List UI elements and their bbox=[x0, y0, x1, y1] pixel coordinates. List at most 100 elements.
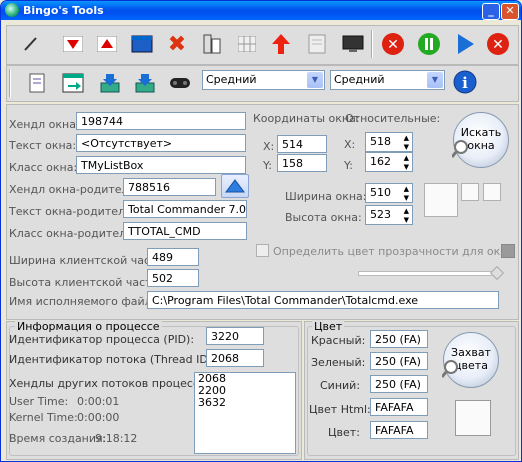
app-icon bbox=[5, 3, 19, 17]
parent-class-field[interactable]: TTOTAL_CMD bbox=[123, 222, 247, 240]
spin-down-icon[interactable]: ▼ bbox=[404, 143, 409, 151]
rel-x-value: 518 bbox=[370, 135, 391, 148]
rel-y-spinner[interactable]: 162 ▲ ▼ bbox=[365, 152, 413, 172]
document-icon[interactable] bbox=[23, 70, 51, 96]
width-label: Ширина окна: bbox=[285, 190, 367, 203]
window-icon[interactable] bbox=[128, 31, 156, 57]
user-time-value: 0:00:01 bbox=[77, 395, 120, 408]
client-width-field[interactable]: 489 bbox=[147, 248, 199, 266]
combo-2[interactable]: Средний ▼ bbox=[330, 70, 445, 90]
minimize-button[interactable]: _ bbox=[482, 3, 500, 20]
x-field[interactable]: 514 bbox=[277, 135, 327, 153]
red-up-arrow-icon[interactable] bbox=[267, 31, 295, 57]
green-field[interactable]: 250 (FA) bbox=[370, 352, 428, 370]
close-red-icon[interactable]: ✕ bbox=[484, 31, 512, 57]
info-icon[interactable]: i bbox=[451, 69, 479, 95]
client-width-label: Ширина клиентской части bbox=[9, 254, 164, 267]
gamepad-icon[interactable] bbox=[166, 70, 194, 96]
y-field[interactable]: 158 bbox=[277, 154, 327, 172]
kernel-time-value: 0:00:00 bbox=[77, 411, 120, 424]
tid-field[interactable]: 2068 bbox=[206, 349, 264, 367]
triangle-up-icon bbox=[225, 179, 245, 193]
combo-2-value: Средний bbox=[334, 73, 385, 86]
transparency-checkbox[interactable] bbox=[256, 244, 269, 257]
window-preview-large bbox=[424, 183, 458, 217]
rel-x-label: X: bbox=[344, 138, 356, 151]
arrow-down-icon[interactable] bbox=[59, 31, 87, 57]
pc-icon[interactable] bbox=[197, 31, 225, 57]
blue-field[interactable]: 250 (FA) bbox=[370, 375, 428, 393]
form-icon[interactable] bbox=[303, 31, 331, 57]
height-value: 523 bbox=[370, 208, 391, 221]
html-color-field[interactable]: FAFAFA bbox=[370, 398, 428, 416]
color-field[interactable]: FAFAFA bbox=[370, 421, 428, 439]
title-bar[interactable]: Bingo's Tools _ ✕ bbox=[1, 1, 521, 20]
parent-text-label: Текст окна-родителя: bbox=[9, 205, 136, 218]
save-icon[interactable] bbox=[131, 70, 159, 96]
spin-up-icon[interactable]: ▲ bbox=[404, 154, 409, 162]
stop-icon[interactable]: ✕ bbox=[379, 31, 407, 57]
color-label: Цвет: bbox=[328, 426, 360, 439]
relative-title: Относительные: bbox=[345, 112, 441, 125]
play-green-icon[interactable] bbox=[415, 31, 443, 57]
monitor-icon[interactable] bbox=[339, 31, 367, 57]
color-swatch bbox=[455, 400, 491, 436]
close-window-button[interactable]: ✕ bbox=[501, 3, 519, 20]
combo-1-value: Средний bbox=[206, 73, 257, 86]
spin-up-icon[interactable]: ▲ bbox=[404, 185, 409, 193]
client-height-field[interactable]: 502 bbox=[147, 269, 199, 287]
magnifier-icon bbox=[452, 140, 468, 158]
spin-up-icon[interactable]: ▲ bbox=[404, 207, 409, 215]
parent-up-button[interactable] bbox=[221, 174, 249, 198]
user-time-label: User Time: bbox=[9, 395, 69, 408]
rel-y-label: Y: bbox=[344, 159, 353, 172]
parent-class-label: Класс окна-родителя: bbox=[9, 227, 137, 240]
transparency-slider[interactable] bbox=[358, 271, 500, 276]
coords-title: Координаты окна: bbox=[253, 112, 360, 125]
download-icon[interactable] bbox=[96, 70, 124, 96]
transparency-label: Определить цвет прозрачности для окна bbox=[273, 245, 515, 258]
spin-down-icon[interactable]: ▼ bbox=[404, 163, 409, 171]
spin-down-icon[interactable]: ▼ bbox=[404, 216, 409, 224]
height-label: Высота окна: bbox=[285, 211, 362, 224]
window-preview-small-2 bbox=[483, 183, 501, 201]
chevron-down-icon[interactable]: ▼ bbox=[427, 72, 443, 88]
list-item[interactable]: 3632 bbox=[195, 397, 295, 409]
svg-text:✕: ✕ bbox=[492, 37, 504, 53]
created-label: Время создания: bbox=[9, 432, 107, 445]
arrow-up-icon[interactable] bbox=[93, 31, 121, 57]
green-label: Зеленый: bbox=[311, 356, 366, 369]
spin-up-icon[interactable]: ▲ bbox=[404, 134, 409, 142]
pen-icon[interactable] bbox=[17, 31, 45, 57]
client-height-label: Высота клиентской части bbox=[9, 276, 159, 289]
play-blue-icon[interactable] bbox=[451, 31, 479, 57]
hwnd-field[interactable]: 198744 bbox=[76, 112, 246, 130]
threads-list[interactable]: 2068 2200 3632 bbox=[194, 372, 296, 454]
threads-label: Хендлы других потоков процесса: bbox=[9, 377, 210, 390]
svg-text:i: i bbox=[462, 74, 468, 92]
x-label: X: bbox=[263, 140, 275, 153]
toolbar-row-1: ✖ ✕ ✕ bbox=[6, 25, 519, 65]
find-window-button[interactable]: Искать окна bbox=[452, 112, 509, 168]
parent-hwnd-label: Хендл окна-родителя: bbox=[9, 183, 139, 196]
combo-1[interactable]: Средний ▼ bbox=[202, 70, 325, 90]
close-x-icon[interactable]: ✖ bbox=[163, 31, 191, 57]
class-field[interactable]: TMyListBox bbox=[76, 156, 246, 174]
width-value: 510 bbox=[370, 186, 391, 199]
spin-down-icon[interactable]: ▼ bbox=[404, 194, 409, 202]
rel-x-spinner[interactable]: 518 ▲ ▼ bbox=[365, 132, 413, 152]
parent-hwnd-field[interactable]: 788516 bbox=[123, 178, 216, 196]
main-window: Bingo's Tools _ ✕ ✖ ✕ ✕ Средний ▼ Средни… bbox=[0, 0, 522, 462]
pid-field[interactable]: 3220 bbox=[206, 327, 264, 345]
red-field[interactable]: 250 (FA) bbox=[370, 330, 428, 348]
width-spinner[interactable]: 510 ▲ ▼ bbox=[365, 183, 413, 203]
chevron-down-icon[interactable]: ▼ bbox=[307, 72, 323, 88]
grid-icon[interactable] bbox=[233, 31, 261, 57]
capture-color-button[interactable]: Захват цвета bbox=[442, 332, 499, 388]
hwnd-label: Хендл окна: bbox=[9, 118, 80, 131]
text-field[interactable]: <Отсутствует> bbox=[76, 134, 246, 152]
parent-text-field[interactable]: Total Commander 7.02a - bbox=[123, 200, 247, 218]
window-arrow-icon[interactable] bbox=[59, 70, 87, 96]
height-spinner[interactable]: 523 ▲ ▼ bbox=[365, 205, 413, 225]
exe-field[interactable]: C:\Program Files\Total Commander\Totalcm… bbox=[147, 291, 499, 309]
